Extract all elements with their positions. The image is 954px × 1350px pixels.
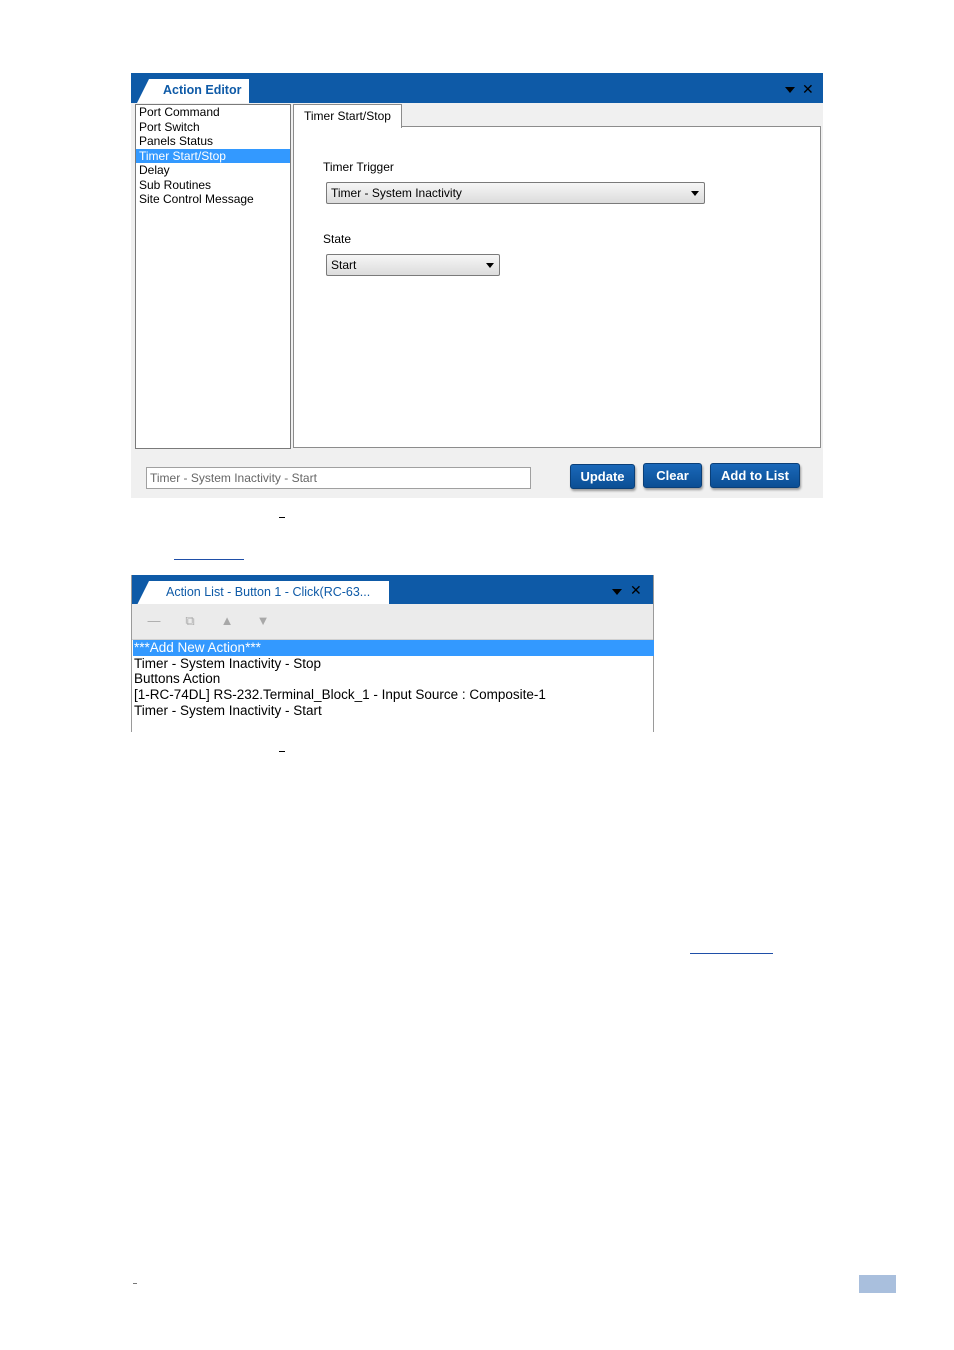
category-site-control-message[interactable]: Site Control Message xyxy=(136,192,290,207)
tab-timer-start-stop[interactable]: Timer Start/Stop xyxy=(293,104,402,128)
chevron-down-icon[interactable] xyxy=(785,87,795,93)
action-settings-panel: Timer Start/Stop Timer Trigger Timer - S… xyxy=(293,104,822,449)
category-panels-status[interactable]: Panels Status xyxy=(136,134,290,149)
category-sub-routines[interactable]: Sub Routines xyxy=(136,178,290,193)
action-editor-window: Action Editor ✕ Port Command Port Switch… xyxy=(131,73,823,498)
update-button[interactable]: Update xyxy=(570,464,635,489)
action-list-titlebar: Action List - Button 1 - Click(RC-63... … xyxy=(132,575,653,605)
action-list-toolbar: — ⧉ ▲ ▼ xyxy=(132,604,653,640)
state-value: Start xyxy=(331,258,357,272)
action-list-item[interactable]: [1-RC-74DL] RS-232.Terminal_Block_1 - In… xyxy=(133,687,654,703)
category-port-switch[interactable]: Port Switch xyxy=(136,120,290,135)
clear-button[interactable]: Clear xyxy=(643,463,702,488)
add-to-list-button[interactable]: Add to List xyxy=(710,463,800,488)
hyperlink-underline[interactable] xyxy=(690,953,773,954)
timer-trigger-value: Timer - System Inactivity xyxy=(331,186,462,200)
timer-trigger-select[interactable]: Timer - System Inactivity xyxy=(326,182,705,204)
timer-trigger-label: Timer Trigger xyxy=(323,160,394,174)
action-list-item[interactable]: Buttons Action xyxy=(133,671,654,687)
tab-content: Timer Trigger Timer - System Inactivity … xyxy=(293,126,821,448)
action-category-list: Port Command Port Switch Panels Status T… xyxy=(135,104,291,449)
footer-marker xyxy=(133,1283,137,1284)
arrow-up-icon[interactable]: ▲ xyxy=(220,613,234,629)
state-label: State xyxy=(323,232,352,246)
page-number-badge xyxy=(859,1275,896,1293)
copy-icon[interactable]: ⧉ xyxy=(183,613,197,629)
action-list-window: Action List - Button 1 - Click(RC-63... … xyxy=(131,575,654,732)
action-list-title[interactable]: Action List - Button 1 - Click(RC-63... xyxy=(137,581,389,605)
chevron-down-icon[interactable] xyxy=(612,589,622,595)
action-list-item[interactable]: ***Add New Action*** xyxy=(133,640,654,656)
minus-icon[interactable]: — xyxy=(147,613,161,629)
action-editor-titlebar: Action Editor ✕ xyxy=(131,73,823,103)
category-delay[interactable]: Delay xyxy=(136,163,290,178)
action-list-item[interactable]: Timer - System Inactivity - Start xyxy=(133,703,654,719)
arrow-down-icon[interactable]: ▼ xyxy=(256,613,270,629)
close-icon[interactable]: ✕ xyxy=(802,82,814,96)
action-editor-title[interactable]: Action Editor xyxy=(137,79,249,103)
caption-marker xyxy=(279,751,285,752)
hyperlink-underline[interactable] xyxy=(174,559,244,560)
dropdown-arrow-icon xyxy=(691,191,699,196)
dropdown-arrow-icon xyxy=(486,263,494,268)
category-timer-start-stop[interactable]: Timer Start/Stop xyxy=(136,148,290,163)
caption-marker xyxy=(279,517,285,518)
action-list-item[interactable]: Timer - System Inactivity - Stop xyxy=(133,656,654,672)
category-port-command[interactable]: Port Command xyxy=(136,105,290,120)
state-select[interactable]: Start xyxy=(326,254,500,276)
close-icon[interactable]: ✕ xyxy=(630,583,642,597)
action-summary-input[interactable] xyxy=(146,467,531,489)
